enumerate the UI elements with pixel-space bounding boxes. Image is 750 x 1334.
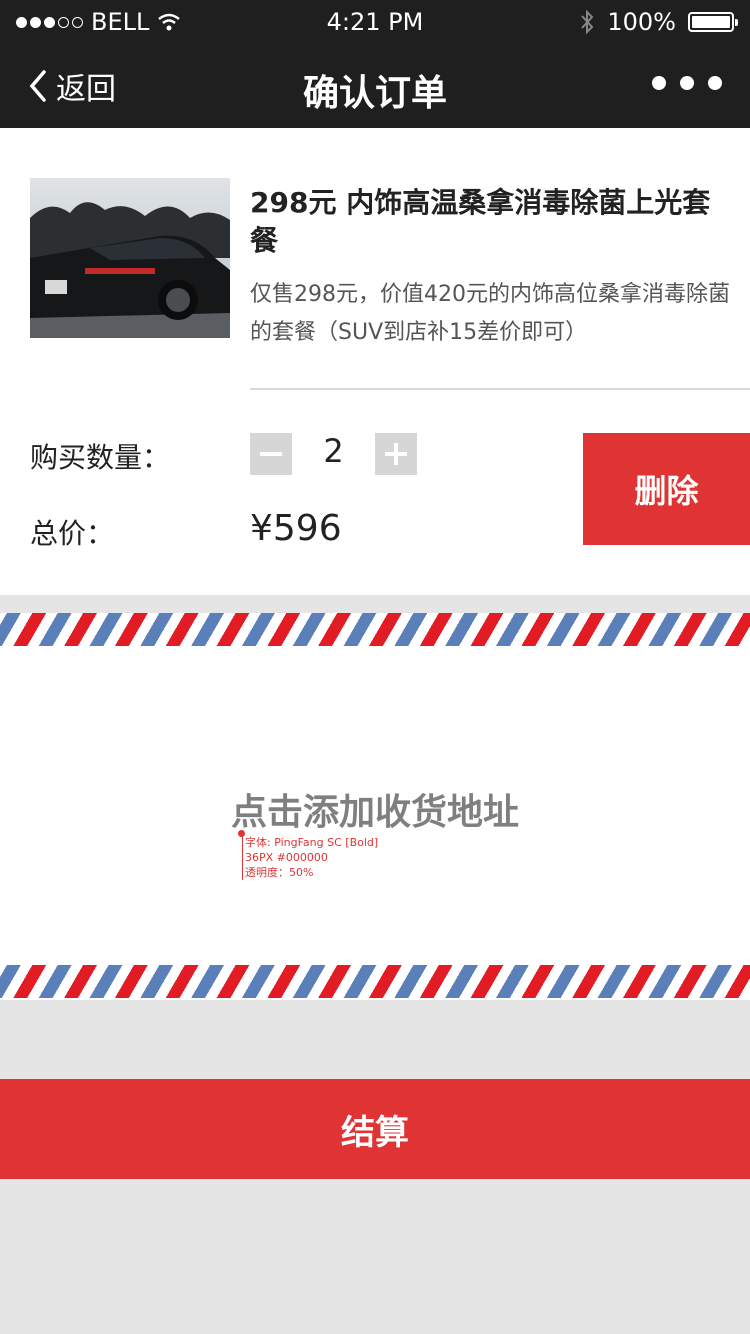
address-section: 点击添加收货地址 字体: PingFang SC [Bold] 36PX #00… [0, 613, 750, 1000]
status-bar: BELL 4:21 PM 100% [0, 0, 750, 44]
plus-icon [385, 443, 407, 465]
bluetooth-icon [581, 9, 594, 35]
increase-quantity-button[interactable] [375, 433, 417, 475]
total-label: 总价： [30, 517, 115, 550]
design-annotation: 字体: PingFang SC [Bold] 36PX #000000 透明度：… [242, 835, 378, 880]
minus-icon [260, 452, 282, 456]
product-description: 仅售298元，价值420元的内饰高位桑拿消毒除菌的套餐（SUV到店补15差价即可… [250, 282, 730, 345]
section-gap [0, 595, 750, 613]
quantity-value: 2 [323, 432, 344, 470]
airmail-border-bottom [0, 965, 750, 998]
checkout-button[interactable]: 结算 [0, 1079, 750, 1179]
annotation-font: 字体: PingFang SC [Bold] [245, 836, 379, 849]
back-label: 返回 [56, 72, 116, 107]
total-price: ¥596 [250, 508, 342, 549]
divider [250, 388, 750, 390]
annotation-size: 36PX #000000 [245, 851, 328, 864]
product-image [30, 178, 230, 338]
battery-icon [688, 12, 738, 32]
status-right: 100% [579, 8, 738, 36]
order-card: 298元 内饰高温桑拿消毒除菌上光套餐 仅售298元，价值420元的内饰高位桑拿… [0, 128, 750, 595]
decrease-quantity-button[interactable] [250, 433, 292, 475]
battery-percent: 100% [607, 8, 676, 36]
chevron-left-icon [29, 70, 46, 102]
delete-button[interactable]: 删除 [583, 433, 750, 545]
more-icon[interactable] [652, 76, 722, 90]
back-button[interactable]: 返回 [28, 64, 116, 108]
airmail-border-top [0, 613, 750, 646]
annotation-opacity: 透明度：50% [245, 866, 314, 879]
nav-bar: 返回 确认订单 [0, 44, 750, 128]
product-title: 298元 内饰高温桑拿消毒除菌上光套餐 [250, 186, 711, 257]
add-address-button[interactable]: 点击添加收货地址 [0, 783, 750, 835]
quantity-label: 购买数量： [30, 441, 171, 474]
